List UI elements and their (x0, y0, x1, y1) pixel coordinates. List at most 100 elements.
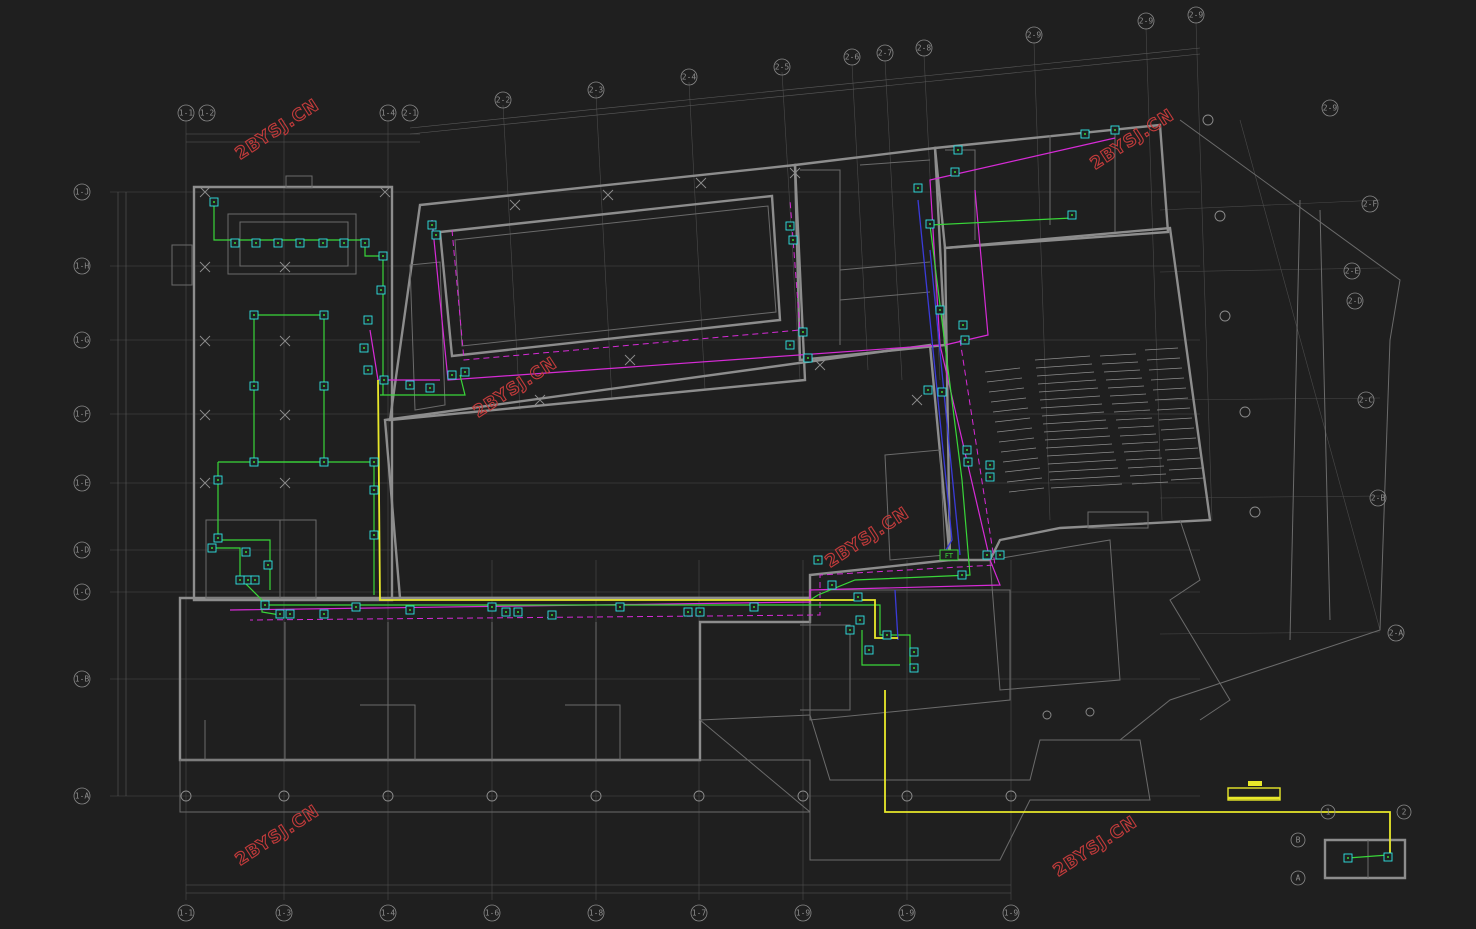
axis-label: 1-8 (589, 909, 604, 918)
device-dot (807, 357, 809, 359)
axis-label: 1-3 (277, 909, 292, 918)
device-dot (451, 374, 453, 376)
device-dot (1387, 856, 1389, 858)
device-dot (323, 314, 325, 316)
axis-label: 2-2 (496, 96, 511, 105)
axis-label: 1-A (75, 792, 90, 801)
axis-label: 1-F (75, 410, 90, 419)
device-dot (989, 476, 991, 478)
device-dot (253, 314, 255, 316)
dimension-lines (117, 47, 1201, 894)
device-dot (929, 223, 931, 225)
device-dot (289, 613, 291, 615)
axis-label: 2-8 (917, 44, 932, 53)
device-dot (941, 391, 943, 393)
device-dot (234, 242, 236, 244)
watermark-6: 2BYSJ.CN (1050, 812, 1141, 881)
device-dot (267, 564, 269, 566)
axis-label: 2-F (1363, 200, 1378, 209)
axis-label: 1-9 (1004, 909, 1019, 918)
device-dot (491, 606, 493, 608)
axis-label: 1-1 (179, 909, 194, 918)
device-dot (382, 255, 384, 257)
device-dot (1114, 129, 1116, 131)
watermark-4: 2BYSJ.CN (822, 503, 913, 572)
device-dot (409, 384, 411, 386)
auditorium-seating (984, 347, 1205, 493)
axis-grid-lines (110, 21, 1381, 900)
axis-label: 2-9 (1323, 104, 1338, 113)
axis-label: 1-E (75, 479, 90, 488)
device-symbols (207, 125, 1393, 863)
device-dot (373, 461, 375, 463)
device-dot (355, 606, 357, 608)
device-dot (217, 537, 219, 539)
watermark-1: 2BYSJ.CN (232, 95, 323, 164)
device-dot (687, 611, 689, 613)
device-dot (789, 225, 791, 227)
axis-label: 2-3 (589, 86, 604, 95)
device-dot (753, 606, 755, 608)
axis-label: 2-5 (775, 63, 790, 72)
device-dot (367, 319, 369, 321)
floor-plan-drawing: 1-J 1-H 1-G 1-F 1-E 1-D 1-C 1-B 1-A 1-1 1-3 1-4 1-6… (73, 6, 1412, 922)
axis-bubbles-left: 1-J 1-H 1-G 1-F 1-E 1-D 1-C 1-B 1-A (73, 183, 91, 805)
device-dot (849, 629, 851, 631)
device-dot (380, 289, 382, 291)
device-dot (213, 201, 215, 203)
device-dot (989, 464, 991, 466)
cable-magenta (229, 137, 1116, 621)
axis-label: 2-7 (878, 49, 893, 58)
device-dot (217, 479, 219, 481)
watermark-3: 2BYSJ.CN (470, 353, 561, 422)
device-dot (323, 461, 325, 463)
device-dot (939, 309, 941, 311)
device-dot (964, 339, 966, 341)
device-dot (279, 613, 281, 615)
axis-label: 1-7 (692, 909, 707, 918)
device-dot (517, 611, 519, 613)
device-dot (962, 324, 964, 326)
equipment-legend: FT (939, 549, 959, 561)
device-dot (211, 547, 213, 549)
axis-label: 1-1 (179, 109, 194, 118)
device-dot (967, 461, 969, 463)
device-dot (343, 242, 345, 244)
device-dot (986, 554, 988, 556)
device-dot (868, 649, 870, 651)
device-dot (253, 461, 255, 463)
device-dot (699, 611, 701, 613)
axis-label: 1-H (75, 262, 90, 271)
axis-bubbles-bottom: 1-1 1-3 1-4 1-6 1-8 1-7 1-9 1-9 1-9 (177, 904, 1020, 922)
watermark-2: 2BYSJ.CN (1087, 105, 1178, 174)
device-dot (789, 344, 791, 346)
device-dot (323, 613, 325, 615)
device-dot (792, 239, 794, 241)
axis-label: 1-D (75, 546, 90, 555)
device-dot (802, 331, 804, 333)
device-dot (277, 242, 279, 244)
device-dot (913, 667, 915, 669)
building-walls (171, 119, 1407, 880)
device-dot (373, 534, 375, 536)
device-dot (245, 551, 247, 553)
device-dot (435, 234, 437, 236)
device-dot (999, 554, 1001, 556)
device-dot (1084, 133, 1086, 135)
device-dot (429, 387, 431, 389)
axis-label: 1-9 (796, 909, 811, 918)
axis-label: 1-9 (900, 909, 915, 918)
axis-label: 1-4 (381, 909, 396, 918)
device-dot (917, 187, 919, 189)
axis-label: 2-6 (845, 53, 860, 62)
device-dot (383, 379, 385, 381)
device-dot (859, 619, 861, 621)
axis-label: 2-9 (1027, 31, 1042, 40)
inset-axis-bubbles: 1 2 B A (1290, 804, 1412, 886)
device-dot (264, 604, 266, 606)
axis-label: 2-A (1389, 629, 1404, 638)
device-dot (857, 596, 859, 598)
axis-label: 1-C (75, 588, 90, 597)
axis-bubbles-right: 2-F 2-E 2-D 2-C 2-B 2-A (1343, 195, 1405, 642)
device-dot (886, 634, 888, 636)
